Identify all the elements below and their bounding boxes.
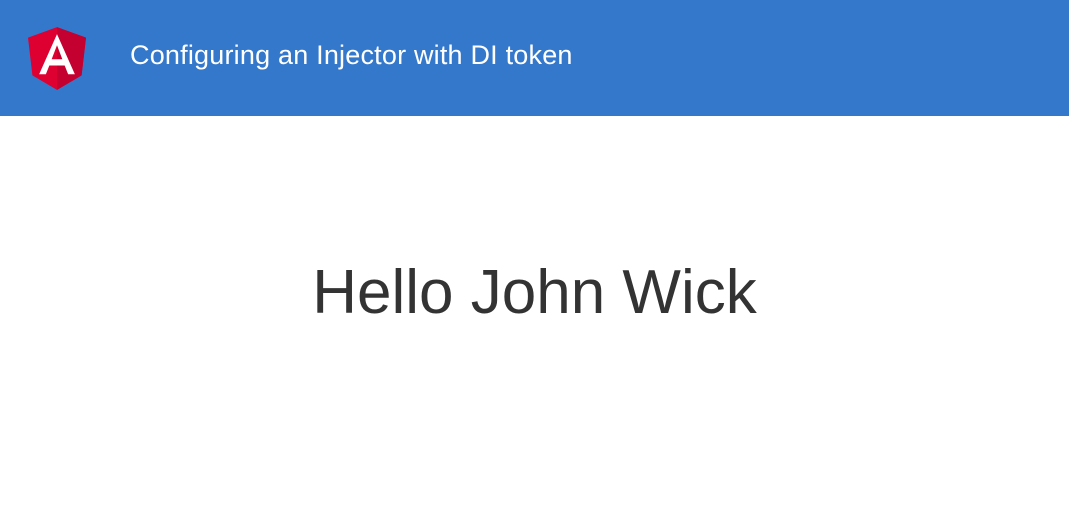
app-toolbar: Configuring an Injector with DI token <box>0 0 1069 116</box>
main-content: Hello John Wick <box>0 116 1069 528</box>
angular-logo-icon <box>28 27 86 90</box>
app-title: Configuring an Injector with DI token <box>130 40 573 70</box>
greeting-text: Hello John Wick <box>312 258 757 327</box>
